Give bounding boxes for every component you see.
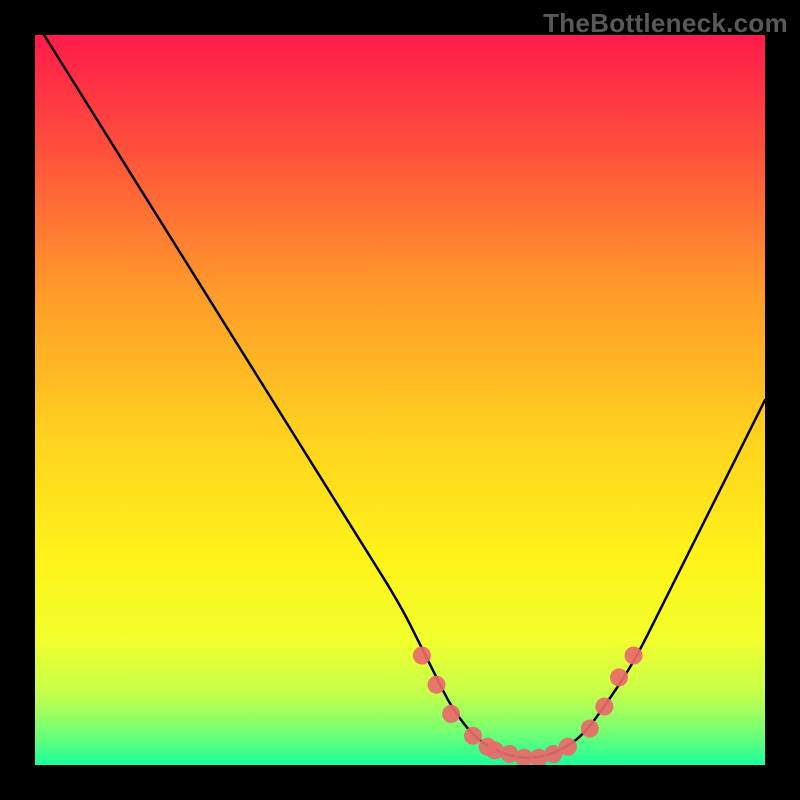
plot-area [35,35,765,765]
marker-dot [442,705,460,723]
chart-frame: TheBottleneck.com [0,0,800,800]
marker-dot [610,668,628,686]
gradient-background [35,35,765,765]
plot-svg [35,35,765,765]
marker-dot [464,727,482,745]
marker-dot [581,720,599,738]
marker-dot [625,647,643,665]
marker-dot [413,647,431,665]
watermark-label: TheBottleneck.com [543,8,788,39]
marker-dot [559,738,577,756]
marker-dot [595,698,613,716]
marker-dot [428,676,446,694]
